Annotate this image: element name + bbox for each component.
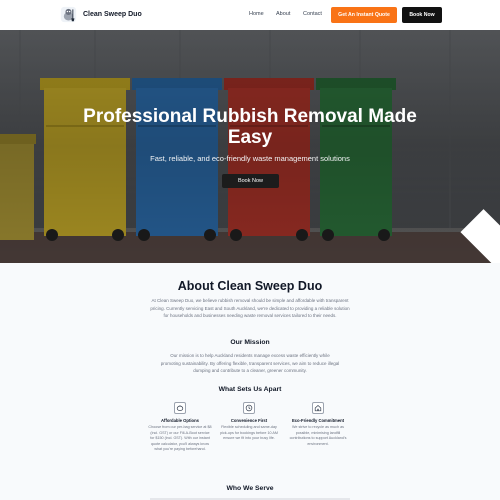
feature-text: Choose from our per-bag service at $8 (i… xyxy=(148,425,212,452)
hero-subtitle: Fast, reliable, and eco-friendly waste m… xyxy=(150,154,350,163)
mission-text: Our mission is to help Auckland resident… xyxy=(160,353,340,374)
hero-book-now-button[interactable]: Book Now xyxy=(222,174,500,263)
apart-title: What Sets Us Apart xyxy=(218,386,282,393)
hero-title: Professional Rubbish Removal Made Easy xyxy=(83,106,417,148)
hero-section: Professional Rubbish Removal Made Easy F… xyxy=(0,30,500,263)
arrow-right-icon xyxy=(460,209,500,263)
clock-icon xyxy=(243,402,255,414)
feature-text: Flexible scheduling and same-day pick-up… xyxy=(220,425,278,441)
brand[interactable]: Clean Sweep Duo xyxy=(60,6,142,23)
recycle-home-icon xyxy=(312,402,324,414)
feature-convenience: Convenience First Flexible scheduling an… xyxy=(217,402,281,442)
who-we-serve-title: Who We Serve xyxy=(226,485,274,492)
instant-quote-button[interactable]: Get An Instant Quote xyxy=(331,7,397,23)
nav-contact-link[interactable]: Contact xyxy=(303,11,322,17)
about-section: About Clean Sweep Duo At Clean Sweep Duo… xyxy=(0,263,500,500)
feature-text: We strive to recycle as much as possible… xyxy=(289,425,347,446)
nav-home-link[interactable]: Home xyxy=(249,11,264,17)
feature-title: Convenience First xyxy=(230,418,268,423)
piggy-bank-icon xyxy=(174,402,186,414)
mission-title: Our Mission xyxy=(230,339,270,346)
feature-title: Eco-Friendly Commitment xyxy=(291,418,345,423)
nav-book-now-button[interactable]: Book Now xyxy=(402,7,442,23)
brand-name: Clean Sweep Duo xyxy=(83,11,142,18)
about-intro: At Clean Sweep Duo, we believe rubbish r… xyxy=(150,298,350,319)
feature-eco: Eco-Friendly Commitment We strive to rec… xyxy=(286,402,350,447)
top-nav: Clean Sweep Duo Home About Contact Get A… xyxy=(0,0,500,30)
feature-affordable: Affordable Options Choose from our per-b… xyxy=(148,402,212,453)
about-title: About Clean Sweep Duo xyxy=(177,279,323,293)
nav-about-link[interactable]: About xyxy=(276,11,290,17)
cleaning-mascot-icon xyxy=(60,6,77,23)
feature-title: Affordable Options xyxy=(161,418,199,423)
